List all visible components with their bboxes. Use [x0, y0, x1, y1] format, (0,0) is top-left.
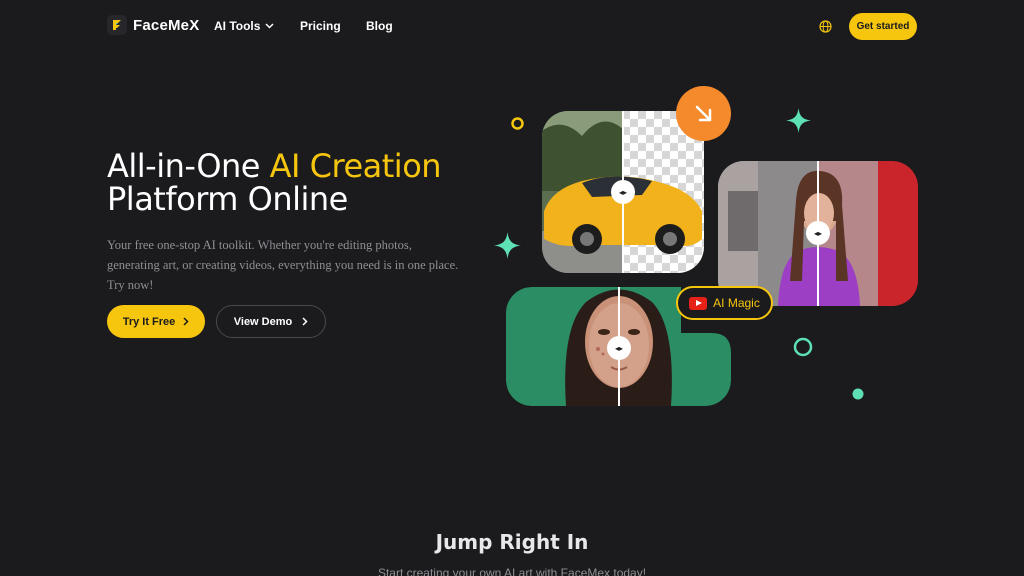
try-it-free-button[interactable]: Try It Free — [107, 305, 205, 338]
nav-blog[interactable]: Blog — [366, 19, 393, 33]
view-demo-label: View Demo — [233, 315, 293, 328]
chevron-down-icon — [265, 23, 274, 29]
compare-slider-handle[interactable]: ◂▸ — [806, 221, 830, 245]
nav-pricing[interactable]: Pricing — [300, 19, 341, 33]
facemex-logo-icon — [107, 15, 127, 35]
portrait-enhance-card[interactable]: ◂▸ — [718, 161, 918, 306]
ring-decoration — [793, 337, 813, 357]
dot-decoration — [852, 388, 864, 400]
youtube-icon — [689, 296, 708, 310]
sparkle-icon — [494, 232, 521, 259]
hero-title: All-in-One AI Creation Platform Online — [107, 150, 442, 218]
get-started-button[interactable]: Get started — [849, 13, 917, 40]
car-background-removal-card[interactable]: ◂▸ — [542, 111, 704, 273]
brand-name: FaceMeX — [133, 16, 200, 34]
section-title: Jump Right In — [435, 530, 589, 554]
nav-pricing-label: Pricing — [300, 19, 341, 33]
nav-ai-tools[interactable]: AI Tools — [214, 19, 274, 33]
brand-logo[interactable]: FaceMeX — [107, 15, 199, 35]
hero-description: Your free one-stop AI toolkit. Whether y… — [107, 238, 459, 292]
sparkle-icon — [786, 108, 811, 133]
section-subtitle: Start creating your own AI art with Face… — [377, 566, 647, 576]
ring-decoration — [511, 117, 524, 130]
nav-blog-label: Blog — [366, 19, 393, 33]
chevron-right-icon — [302, 317, 308, 326]
top-navigation: FaceMeX AI Tools Pricing Blog Get starte… — [0, 0, 1024, 54]
ai-magic-badge[interactable]: AI Magic — [676, 286, 773, 320]
globe-icon[interactable] — [819, 20, 832, 33]
chevron-right-icon — [183, 317, 189, 326]
arrow-down-right-icon — [676, 86, 731, 141]
compare-slider-handle[interactable]: ◂▸ — [607, 336, 631, 360]
try-it-free-label: Try It Free — [122, 315, 176, 328]
compare-slider-handle[interactable]: ◂▸ — [611, 180, 635, 204]
ai-magic-label: AI Magic — [713, 296, 760, 310]
view-demo-button[interactable]: View Demo — [216, 305, 326, 338]
nav-ai-tools-label: AI Tools — [214, 19, 261, 33]
hero-title-line2: Platform Online — [107, 180, 348, 218]
